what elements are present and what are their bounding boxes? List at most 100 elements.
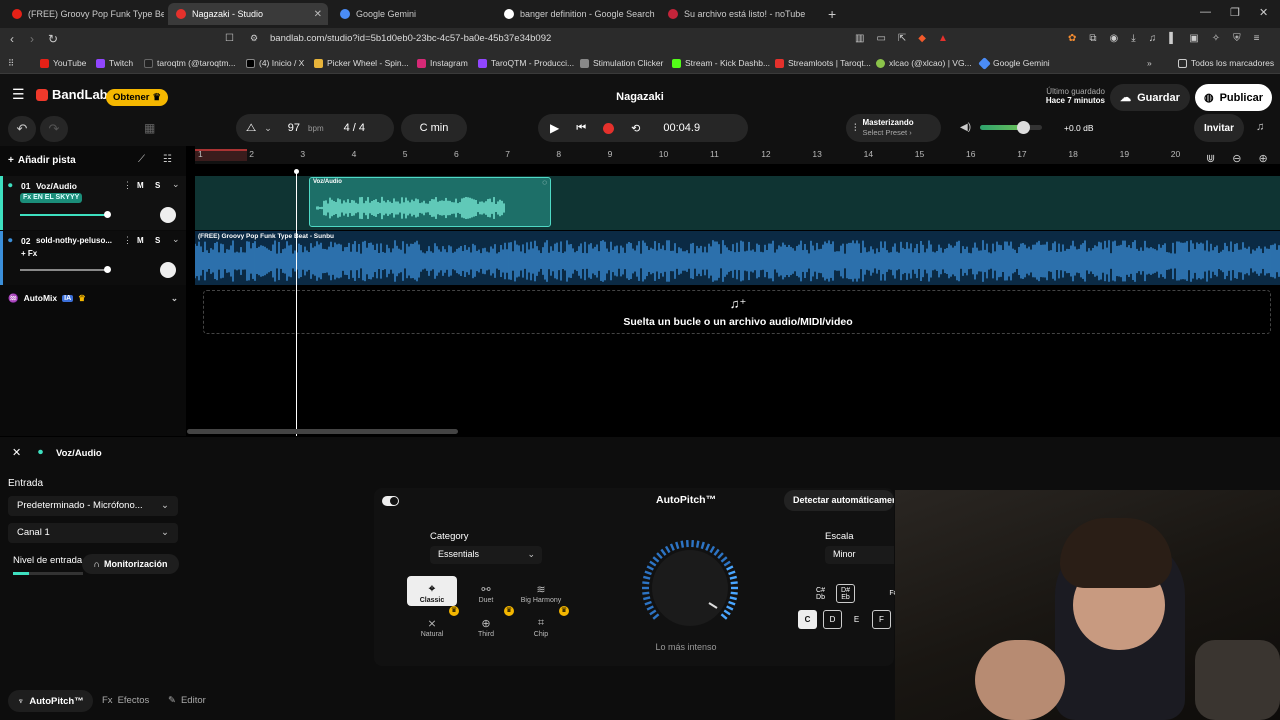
browser-tab-active[interactable]: Nagazaki - Studio ✕ bbox=[168, 3, 328, 25]
style-chip-button[interactable]: ⌗ Chip bbox=[516, 610, 566, 640]
input-device-select[interactable]: Predeterminado - Micrófono... ⌄ bbox=[8, 496, 178, 516]
magnet-icon[interactable]: ⋓ bbox=[1206, 152, 1215, 165]
download-icon[interactable]: ⤓ bbox=[1131, 33, 1135, 44]
leo-icon[interactable]: ✧ bbox=[1212, 33, 1220, 44]
track-lane-1[interactable]: Voz/Audio ◌ bbox=[195, 176, 1280, 230]
close-panel-icon[interactable]: ✕ bbox=[12, 446, 21, 459]
wallet-icon[interactable]: ▣ bbox=[1189, 33, 1198, 44]
playhead-handle[interactable] bbox=[294, 169, 299, 174]
bookmark-item[interactable]: Stream - Kick Dashb... bbox=[672, 58, 770, 68]
more-bookmarks-icon[interactable]: » bbox=[1147, 58, 1152, 68]
bookmark-item[interactable]: Stimulation Clicker bbox=[580, 58, 663, 68]
track-header[interactable]: ⏺ 01 Voz/Audio ⋮ M S ⌄ Fx EN EL SKYYY bbox=[0, 176, 186, 230]
bookmark-item[interactable]: Twitch bbox=[96, 58, 133, 68]
volume-slider[interactable] bbox=[20, 269, 109, 271]
timeline-ruler[interactable]: 1 2 3 4 5 6 7 8 9 10 11 12 13 14 15 16 17 18 19 20 bbox=[195, 146, 1280, 164]
speaker-icon[interactable]: ◀) bbox=[960, 122, 971, 133]
site-info-icon[interactable]: ⚙ bbox=[250, 33, 258, 44]
wand-icon[interactable]: ⟋ bbox=[138, 154, 145, 165]
play-icon[interactable]: ▶ bbox=[550, 121, 559, 135]
record-icon[interactable] bbox=[603, 122, 615, 134]
autopitch-toggle[interactable] bbox=[382, 496, 399, 506]
bookmark-item[interactable]: Streamloots | Taroqt... bbox=[775, 58, 871, 68]
reader-icon[interactable]: ▥ bbox=[855, 33, 864, 44]
loop-icon[interactable]: ⟲ bbox=[631, 122, 640, 135]
add-fx-button[interactable]: + Fx bbox=[21, 249, 37, 258]
key-button[interactable]: C min bbox=[401, 114, 467, 142]
forward-icon[interactable]: › bbox=[30, 32, 34, 46]
metronome-dropdown-icon[interactable]: ⌄ bbox=[264, 123, 272, 134]
pan-knob[interactable] bbox=[160, 262, 176, 278]
time-signature[interactable]: 4 / 4 bbox=[344, 122, 365, 134]
bookmark-item[interactable]: (4) Inicio / X bbox=[246, 58, 304, 68]
track-lane-2[interactable]: (FREE) Groovy Pop Funk Type Beat - Sunbu bbox=[195, 231, 1280, 285]
key-d-sharp[interactable]: D# Eb bbox=[836, 584, 855, 603]
tab-editor[interactable]: ✎ Editor bbox=[168, 695, 206, 706]
extension-icon[interactable]: ✿ bbox=[1068, 33, 1076, 44]
skip-back-icon[interactable]: ⏮ bbox=[576, 122, 586, 135]
new-tab-button[interactable]: + bbox=[826, 3, 846, 25]
rewards-icon[interactable]: ▲ bbox=[938, 33, 948, 44]
menu-icon[interactable]: ≡ bbox=[1254, 33, 1260, 44]
fx-badge[interactable]: Fx EN EL SKYYY bbox=[20, 193, 83, 203]
horizontal-scrollbar[interactable] bbox=[187, 429, 458, 434]
bookmark-icon[interactable]: ☐ bbox=[225, 33, 234, 44]
bookmark-item[interactable]: TaroQTM - Producci... bbox=[478, 58, 574, 68]
more-options-icon[interactable]: ⋮ bbox=[123, 180, 132, 191]
volume-slider[interactable] bbox=[20, 214, 109, 216]
invite-button[interactable]: Invitar bbox=[1194, 114, 1244, 142]
style-big-harmony-button[interactable]: ≋ Big Harmony bbox=[516, 576, 566, 606]
zoom-in-icon[interactable]: ⊕ bbox=[1258, 152, 1267, 165]
scale-select[interactable]: Minor bbox=[825, 546, 894, 564]
playhead[interactable] bbox=[296, 172, 297, 436]
back-icon[interactable]: ‹ bbox=[10, 32, 14, 46]
drop-zone[interactable]: ♫⁺ Suelta un bucle o un archivo audio/MI… bbox=[203, 290, 1271, 334]
brave-shield-icon[interactable]: ◆ bbox=[918, 33, 926, 44]
music-icon[interactable]: ♫ bbox=[1149, 33, 1157, 44]
key-c-sharp[interactable]: C# Db bbox=[811, 584, 830, 603]
mastering-button[interactable]: ⫶ Masterizando Select Preset › bbox=[846, 114, 941, 142]
share-icon[interactable]: ⇱ bbox=[898, 33, 906, 44]
puzzle-icon[interactable]: ⧉ bbox=[1089, 33, 1096, 44]
solo-button[interactable]: S bbox=[155, 236, 160, 245]
reload-icon[interactable]: ↻ bbox=[48, 32, 58, 46]
style-third-button[interactable]: ⊕ Third bbox=[461, 610, 511, 640]
volume-thumb[interactable] bbox=[104, 266, 111, 273]
browser-tab[interactable]: banger definition - Google Search bbox=[496, 3, 656, 25]
tab-autopitch[interactable]: ♆ AutoPitch™ bbox=[8, 690, 93, 712]
browser-tab[interactable]: (FREE) Groovy Pop Funk Type Beat - bbox=[4, 3, 164, 25]
chevron-down-icon[interactable]: ⌄ bbox=[172, 179, 180, 190]
volume-thumb[interactable] bbox=[1017, 121, 1031, 134]
metronome-icon[interactable]: ⧍ bbox=[246, 122, 256, 135]
mute-button[interactable]: M bbox=[137, 181, 144, 190]
track-name[interactable]: Voz/Audio bbox=[36, 181, 77, 191]
style-duet-button[interactable]: ⚯ Duet bbox=[461, 576, 511, 606]
intensity-knob[interactable] bbox=[630, 536, 750, 636]
bpm-value[interactable]: 97 bbox=[288, 122, 300, 134]
bookmark-item[interactable]: xlcao (@xlcao) | VG... bbox=[876, 58, 972, 68]
bookmark-item[interactable]: Google Gemini bbox=[978, 56, 1050, 70]
track-header[interactable]: ⏺ 02 sold-nothy-peluso... ⋮ M S ⌄ + Fx bbox=[0, 231, 186, 285]
bookmark-item[interactable]: taroqtm (@taroqtm... bbox=[144, 58, 236, 68]
style-classic-button[interactable]: ⌖ Classic bbox=[407, 576, 457, 606]
bookmark-item[interactable]: Instagram bbox=[417, 58, 468, 68]
track-settings-icon[interactable]: ☷ bbox=[163, 154, 172, 165]
redo-button[interactable]: ↷ bbox=[40, 116, 68, 142]
close-window-icon[interactable]: ✕ bbox=[1259, 6, 1268, 19]
audio-region[interactable]: Voz/Audio ◌ bbox=[309, 177, 551, 227]
apps-icon[interactable]: ⠿ bbox=[8, 58, 14, 69]
browser-tab[interactable]: Google Gemini bbox=[332, 3, 492, 25]
track-name[interactable]: sold-nothy-peluso... bbox=[36, 236, 112, 245]
bookmark-item[interactable]: Picker Wheel - Spin... bbox=[314, 58, 409, 68]
key-e[interactable]: E bbox=[847, 610, 866, 629]
camera-icon[interactable]: ◉ bbox=[1110, 33, 1119, 44]
chevron-down-icon[interactable]: ⌄ bbox=[171, 293, 178, 304]
solo-button[interactable]: S bbox=[155, 181, 160, 190]
channel-select[interactable]: Canal 1 ⌄ bbox=[8, 523, 178, 543]
detect-key-button[interactable]: Detectar automáticamente la clave bbox=[784, 490, 894, 511]
mixer-icon[interactable]: ▦ bbox=[144, 121, 155, 135]
maximize-icon[interactable]: ❐ bbox=[1230, 6, 1240, 19]
undo-button[interactable]: ↶ bbox=[8, 116, 36, 142]
minimize-icon[interactable]: — bbox=[1200, 6, 1211, 18]
notification-bell-icon[interactable]: ♫ bbox=[1256, 121, 1264, 133]
